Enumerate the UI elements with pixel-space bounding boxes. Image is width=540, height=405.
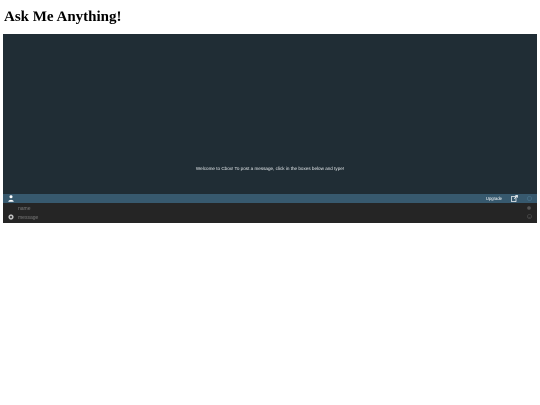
chat-widget: Welcome to Cbox! To post a message, clic… bbox=[3, 34, 537, 223]
status-icon bbox=[527, 196, 532, 201]
external-link-icon[interactable] bbox=[511, 195, 518, 202]
page-title: Ask Me Anything! bbox=[4, 9, 122, 25]
message-input[interactable] bbox=[18, 213, 518, 222]
welcome-message: Welcome to Cbox! To post a message, clic… bbox=[195, 166, 345, 171]
chat-message-area: Welcome to Cbox! To post a message, clic… bbox=[3, 34, 537, 194]
chat-input-area bbox=[3, 203, 537, 223]
name-input[interactable] bbox=[18, 204, 518, 213]
clear-icon[interactable] bbox=[527, 206, 531, 210]
chat-toolbar: Upgrade bbox=[3, 194, 537, 203]
name-row bbox=[3, 204, 537, 213]
message-row bbox=[3, 213, 537, 222]
upgrade-link[interactable]: Upgrade bbox=[486, 194, 502, 203]
gear-icon[interactable] bbox=[8, 214, 14, 220]
user-icon bbox=[8, 195, 14, 202]
smiley-icon[interactable] bbox=[527, 214, 532, 219]
